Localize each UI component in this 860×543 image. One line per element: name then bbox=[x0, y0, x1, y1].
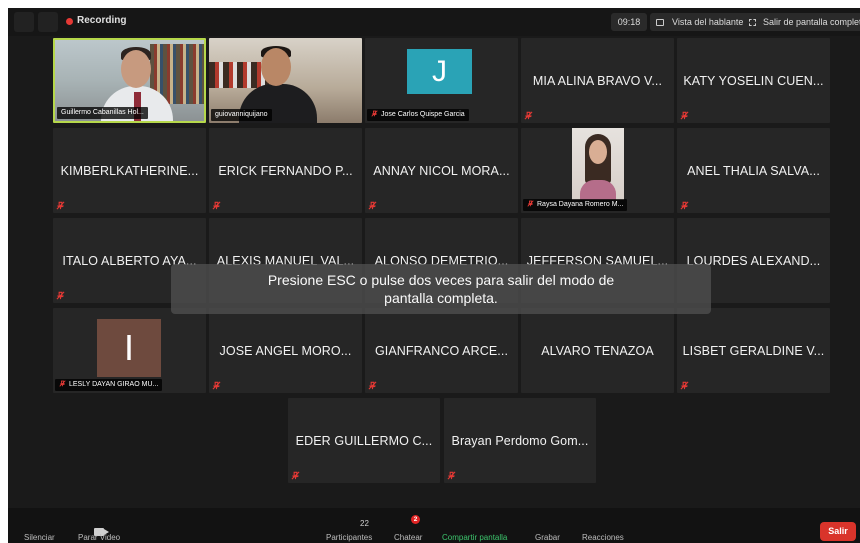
participant-name-tag: Raysa Dayana Romero M... bbox=[523, 199, 628, 211]
muted-mic-icon bbox=[447, 471, 456, 480]
share-screen-button[interactable]: Compartir pantalla bbox=[442, 533, 507, 542]
exit-fullscreen-icon bbox=[749, 19, 756, 26]
participant-tile-active-speaker[interactable]: Guillermo Cabanillas Hol... bbox=[53, 38, 206, 123]
participant-name: JOSE ANGEL MORO... bbox=[219, 343, 352, 358]
participant-name: GIANFRANCO ARCE... bbox=[374, 343, 509, 358]
window-control-button[interactable] bbox=[14, 12, 34, 32]
muted-mic-icon bbox=[527, 200, 534, 207]
exit-fullscreen-button[interactable]: Salir de pantalla completa bbox=[744, 13, 860, 31]
participant-name-tag: LESLY DAYAN GIRAO MU... bbox=[55, 379, 163, 391]
participant-name: KATY YOSELIN CUEN... bbox=[683, 73, 824, 88]
participant-name-tag: Guillermo Cabanillas Hol... bbox=[57, 107, 148, 119]
participant-tile[interactable]: KATY YOSELIN CUEN... bbox=[677, 38, 830, 123]
muted-mic-icon bbox=[291, 471, 300, 480]
chat-unread-badge: 2 bbox=[411, 515, 420, 524]
muted-mic-icon bbox=[680, 201, 689, 210]
participant-tile[interactable]: ANEL THALIA SALVA... bbox=[677, 128, 830, 213]
exit-fullscreen-hint: Presione ESC o pulse dos veces para sali… bbox=[171, 264, 711, 314]
participant-profile-photo bbox=[572, 128, 624, 200]
muted-mic-icon bbox=[680, 111, 689, 120]
participant-tile[interactable]: GIANFRANCO ARCE... bbox=[365, 308, 518, 393]
participant-tile[interactable]: ERICK FERNANDO P... bbox=[209, 128, 362, 213]
participant-tile[interactable]: I LESLY DAYAN GIRAO MU... bbox=[53, 308, 206, 393]
leave-meeting-button[interactable]: Salir bbox=[820, 522, 856, 541]
participant-name-tag: guiovanniquijano bbox=[211, 109, 272, 121]
window-control-button[interactable] bbox=[38, 12, 58, 32]
participant-tile[interactable]: ALVARO TENAZOA bbox=[521, 308, 674, 393]
chat-button[interactable]: Chatear bbox=[394, 533, 422, 542]
muted-mic-icon bbox=[371, 110, 378, 117]
muted-mic-icon bbox=[56, 201, 65, 210]
participant-tile[interactable]: EDER GUILLERMO C... bbox=[288, 398, 440, 483]
participant-tile[interactable]: Raysa Dayana Romero M... bbox=[521, 128, 674, 213]
exit-fullscreen-label: Salir de pantalla completa bbox=[763, 17, 860, 27]
participant-name: KIMBERLKATHERINE... bbox=[60, 163, 199, 178]
participant-tile[interactable]: ANNAY NICOL MORA... bbox=[365, 128, 518, 213]
participant-avatar: J bbox=[407, 49, 472, 94]
meeting-timer: 09:18 bbox=[611, 13, 647, 31]
speaker-view-icon bbox=[656, 19, 664, 26]
participant-name: ANNAY NICOL MORA... bbox=[373, 163, 510, 178]
participant-name: MIA ALINA BRAVO V... bbox=[532, 73, 663, 88]
participant-tile[interactable]: LISBET GERALDINE V... bbox=[677, 308, 830, 393]
participant-tile[interactable]: MIA ALINA BRAVO V... bbox=[521, 38, 674, 123]
speaker-view-button[interactable]: Vista del hablante bbox=[650, 13, 750, 31]
hint-line-1: Presione ESC o pulse dos veces para sali… bbox=[267, 272, 615, 288]
participant-name: ANEL THALIA SALVA... bbox=[687, 163, 820, 178]
recording-dot-icon bbox=[66, 18, 73, 25]
participant-tile[interactable]: Brayan Perdomo Gom... bbox=[444, 398, 596, 483]
participant-name: LESLY DAYAN GIRAO MU... bbox=[69, 381, 159, 388]
mute-button[interactable]: Silenciar bbox=[24, 533, 55, 542]
participant-avatar: I bbox=[97, 319, 161, 377]
muted-mic-icon bbox=[212, 201, 221, 210]
muted-mic-icon bbox=[59, 380, 66, 387]
record-button[interactable]: Grabar bbox=[535, 533, 560, 542]
recording-label: Recording bbox=[77, 15, 127, 26]
participant-name-tag: Jose Carlos Quispe Garcia bbox=[367, 109, 469, 121]
participant-name: LISBET GERALDINE V... bbox=[682, 343, 825, 358]
participant-name: EDER GUILLERMO C... bbox=[295, 433, 433, 448]
meeting-toolbar: Silenciar Parar Video 22 Participantes 2… bbox=[8, 508, 860, 543]
zoom-meeting-window: Recording 09:18 Vista del hablante Salir… bbox=[8, 8, 860, 543]
participant-name: Jose Carlos Quispe Garcia bbox=[381, 111, 465, 118]
participant-tile[interactable]: KIMBERLKATHERINE... bbox=[53, 128, 206, 213]
top-bar: Recording 09:18 Vista del hablante Salir… bbox=[8, 8, 860, 36]
avatar-initial: I bbox=[123, 327, 134, 368]
participant-name: ALVARO TENAZOA bbox=[541, 343, 654, 358]
participants-button[interactable]: Participantes bbox=[326, 533, 372, 542]
participant-name: Raysa Dayana Romero M... bbox=[537, 201, 624, 208]
hint-line-2: pantalla completa. bbox=[384, 290, 498, 306]
speaker-view-label: Vista del hablante bbox=[672, 17, 744, 27]
participant-tile[interactable]: JOSE ANGEL MORO... bbox=[209, 308, 362, 393]
reactions-button[interactable]: Reacciones bbox=[582, 533, 624, 542]
participant-name: Brayan Perdomo Gom... bbox=[451, 433, 589, 448]
muted-mic-icon bbox=[56, 291, 65, 300]
participant-tile[interactable]: guiovanniquijano bbox=[209, 38, 362, 123]
muted-mic-icon bbox=[368, 201, 377, 210]
participants-count: 22 bbox=[360, 519, 369, 528]
participant-tile[interactable]: J Jose Carlos Quispe Garcia bbox=[365, 38, 518, 123]
muted-mic-icon bbox=[680, 381, 689, 390]
muted-mic-icon bbox=[524, 111, 533, 120]
muted-mic-icon bbox=[368, 381, 377, 390]
muted-mic-icon bbox=[212, 381, 221, 390]
avatar-initial: J bbox=[432, 54, 447, 88]
participant-name: ERICK FERNANDO P... bbox=[218, 163, 353, 178]
stop-video-button[interactable]: Parar Video bbox=[78, 533, 120, 542]
